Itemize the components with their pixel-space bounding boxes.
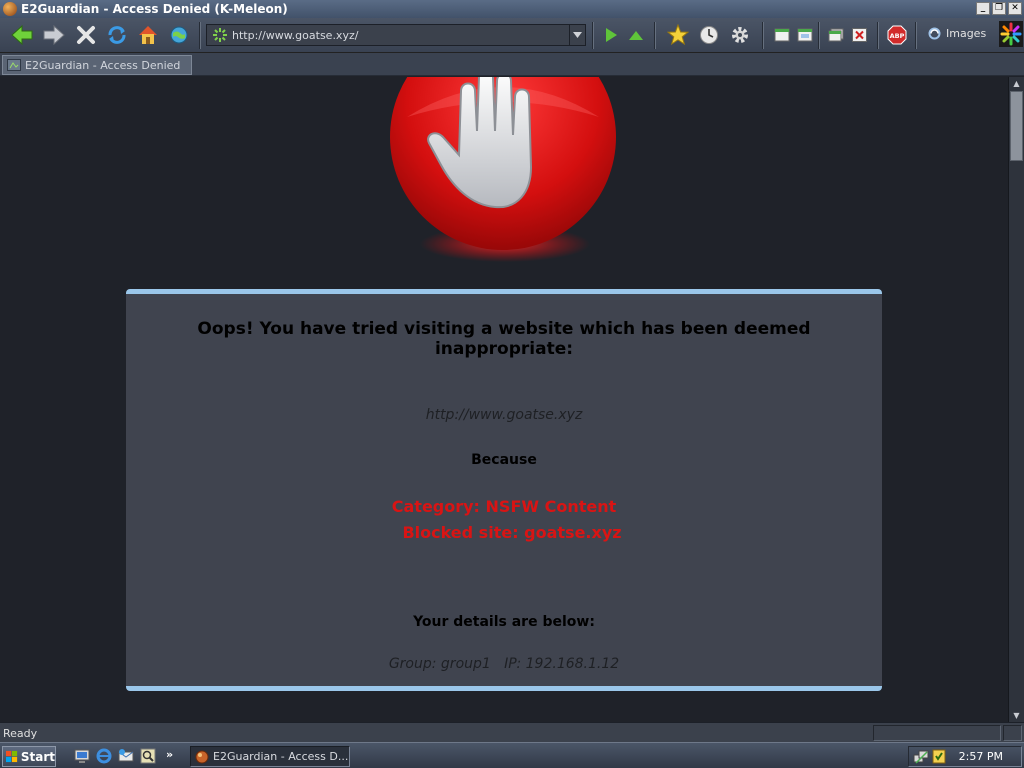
url-bar[interactable]: http://www.goatse.xyz/ [206, 24, 586, 46]
adblock-plus-icon: ABP [887, 25, 907, 45]
toolbar-separator [915, 22, 917, 49]
network-tray-icon[interactable] [913, 749, 929, 764]
url-history-dropdown[interactable] [569, 25, 585, 45]
close-icon [851, 28, 867, 42]
block-message-panel: Oops! You have tried visiting a website … [126, 289, 882, 691]
close-tab-button[interactable] [847, 23, 871, 47]
toolbar-separator [877, 22, 879, 49]
taskbar-clock: 2:57 PM [958, 750, 1003, 763]
minimize-button[interactable]: _ [976, 2, 990, 15]
back-arrow-icon [11, 25, 33, 45]
go-button[interactable] [599, 23, 623, 47]
because-label: Because [471, 452, 537, 468]
images-label: Images [946, 27, 987, 40]
toolbar-separator [818, 22, 820, 49]
images-toggle-button[interactable]: Images [928, 27, 986, 40]
chevron-down-icon [573, 32, 582, 38]
maximize-button[interactable]: ❐ [992, 2, 1006, 15]
up-arrow-icon [629, 31, 643, 40]
adblock-button[interactable]: ABP [885, 23, 909, 47]
tab-bar: E2Guardian - Access Denied [0, 53, 1024, 76]
vertical-scrollbar[interactable]: ▲ ▼ [1008, 77, 1024, 722]
status-text: Ready [3, 727, 38, 740]
stop-button[interactable] [74, 23, 98, 47]
preferences-button[interactable] [728, 23, 752, 47]
tab-favicon-icon [7, 59, 21, 71]
taskbar-window-label: E2Guardian - Access D... [213, 750, 349, 763]
stop-hand-icon [390, 77, 616, 262]
status-progress-cell [873, 725, 1001, 741]
go-play-icon [606, 28, 617, 42]
quicklaunch-search-icon[interactable] [140, 748, 156, 764]
start-label: Start [20, 749, 55, 764]
window-icon [774, 28, 790, 42]
scroll-down-arrow[interactable]: ▼ [1009, 709, 1024, 722]
bookmarks-button[interactable] [666, 23, 690, 47]
start-button[interactable]: Start [2, 746, 56, 767]
windows-taskbar: Start » E2Guardian - Access D... 2:57 PM [0, 742, 1024, 768]
k-meleon-task-icon [195, 750, 209, 763]
tab-e2guardian[interactable]: E2Guardian - Access Denied [2, 55, 192, 75]
quicklaunch-outlook-icon[interactable] [118, 748, 134, 764]
back-button[interactable] [10, 23, 34, 47]
globe-icon [170, 26, 188, 44]
navigation-toolbar: http://www.goatse.xyz/ ABP Images [0, 18, 1024, 53]
toolbar-separator [592, 22, 594, 49]
windows-logo-icon [6, 750, 18, 763]
home-button[interactable] [136, 23, 160, 47]
tab-label: E2Guardian - Access Denied [25, 58, 181, 72]
images-icon [928, 27, 941, 40]
toolbar-separator [199, 22, 201, 49]
history-button[interactable] [697, 23, 721, 47]
reload-icon [108, 26, 126, 44]
forward-arrow-icon [43, 25, 65, 45]
scrollbar-thumb[interactable] [1010, 91, 1023, 161]
blocked-url: http://www.goatse.xyz [425, 407, 583, 423]
layers-button[interactable] [824, 23, 848, 47]
security-tray-icon[interactable] [932, 749, 946, 764]
throbber-icon [999, 21, 1023, 47]
quicklaunch-more-chevron-icon[interactable]: » [166, 748, 182, 764]
toolbar-separator [654, 22, 656, 49]
k-meleon-throbber[interactable] [999, 21, 1023, 47]
block-category: Category: NSFW Content [391, 497, 617, 516]
home-icon [139, 26, 157, 44]
page-headline: Oops! You have tried visiting a website … [197, 319, 811, 359]
window-title: E2Guardian - Access Denied (K-Meleon) [21, 2, 288, 16]
title-bar: E2Guardian - Access Denied (K-Meleon) _ … [0, 0, 1024, 18]
reload-button[interactable] [105, 23, 129, 47]
gear-icon [732, 27, 748, 43]
quicklaunch-ie-icon[interactable] [96, 748, 112, 764]
up-button[interactable] [624, 23, 648, 47]
star-icon [667, 24, 689, 46]
details-heading: Your details are below: [413, 614, 595, 630]
globe-button[interactable] [167, 23, 191, 47]
scroll-up-arrow[interactable]: ▲ [1009, 77, 1024, 90]
forward-button[interactable] [42, 23, 66, 47]
quicklaunch-desktop-icon[interactable] [74, 748, 90, 764]
toolbar-separator [762, 22, 764, 49]
k-meleon-app-icon[interactable] [3, 2, 17, 16]
close-window-button[interactable]: ✕ [1008, 2, 1022, 15]
url-text[interactable]: http://www.goatse.xyz/ [232, 29, 569, 42]
system-tray: 2:57 PM [908, 746, 1022, 767]
loading-spinner-icon [213, 28, 227, 42]
window-new-button[interactable] [770, 23, 794, 47]
page-content: Oops! You have tried visiting a website … [0, 77, 1008, 722]
svg-text:ABP: ABP [890, 32, 905, 40]
user-details: Group: group1 IP: 192.168.1.12 [388, 656, 620, 672]
window-icon [797, 28, 813, 42]
window-stack-icon [828, 28, 844, 42]
blocked-site-reason: Blocked site: goatse.xyz [402, 523, 622, 542]
status-bar: Ready [0, 722, 1024, 742]
status-security-cell [1003, 725, 1022, 741]
window-controls: _ ❐ ✕ [976, 2, 1022, 15]
window-list-button[interactable] [793, 23, 817, 47]
stop-x-icon [77, 26, 95, 44]
clock-icon [700, 26, 718, 44]
taskbar-window-button[interactable]: E2Guardian - Access D... [190, 746, 350, 767]
